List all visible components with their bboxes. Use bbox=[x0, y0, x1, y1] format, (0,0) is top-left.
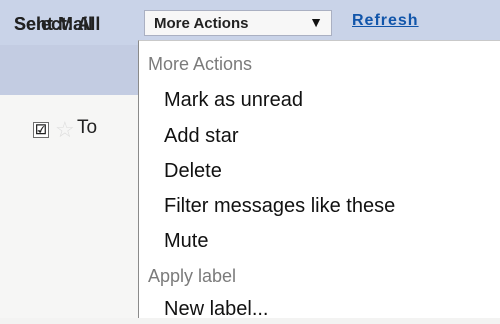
more-actions-dropdown[interactable]: More Actions ▼ bbox=[144, 10, 332, 36]
refresh-link[interactable]: Refresh bbox=[352, 12, 419, 30]
star-icon[interactable]: ☆ bbox=[55, 117, 75, 143]
menu-item-mark-unread[interactable]: Mark as unread bbox=[139, 85, 500, 115]
menu-heading-more-actions: More Actions bbox=[148, 54, 253, 74]
message-sender: To bbox=[77, 117, 98, 138]
menu-item-filter-messages[interactable]: Filter messages like these bbox=[139, 191, 500, 221]
menu-heading-apply-label: Apply label bbox=[148, 266, 237, 286]
menu-item-new-label[interactable]: New label... bbox=[139, 294, 500, 324]
menu-item-mute[interactable]: Mute bbox=[139, 226, 500, 256]
menu-item-add-star[interactable]: Add star bbox=[139, 121, 500, 151]
chevron-down-icon: ▼ bbox=[309, 14, 323, 30]
menu-item-delete[interactable]: Delete bbox=[139, 156, 500, 186]
more-actions-label: More Actions bbox=[154, 15, 249, 32]
select-all-label: Select: All bbox=[14, 14, 101, 34]
more-actions-menu: More Actions Mark as unread Add star Del… bbox=[138, 40, 500, 320]
message-checkbox[interactable]: ☑ bbox=[33, 122, 49, 138]
